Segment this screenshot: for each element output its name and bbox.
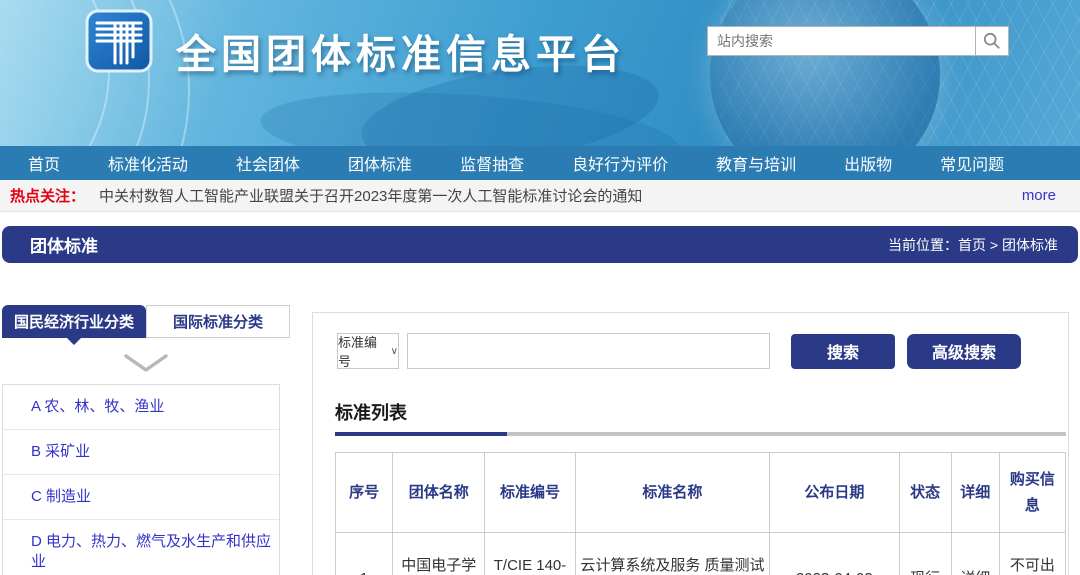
tab-international-standard-classification[interactable]: 国际标准分类 (146, 305, 290, 338)
col-header-detail: 详细 (950, 452, 1000, 533)
table-header-row: 序号 团体名称 标准编号 标准名称 公布日期 状态 详细 购买信息 (334, 452, 1067, 533)
category-item-a[interactable]: A 农、林、牧、渔业 (3, 385, 279, 430)
standards-table: 序号 团体名称 标准编号 标准名称 公布日期 状态 详细 购买信息 1 中国电子… (334, 452, 1067, 575)
title-underline-accent (335, 432, 507, 436)
more-link[interactable]: more (1022, 187, 1056, 204)
category-item-b[interactable]: B 采矿业 (3, 430, 279, 475)
section-bar: 团体标准 当前位置：首页 > 团体标准 (2, 226, 1078, 263)
site-title: 全国团体标准信息平台 (176, 33, 626, 77)
advanced-search-button[interactable]: 高级搜索 (907, 333, 1021, 369)
tab-label: 国际标准分类 (172, 314, 263, 331)
keyword-input[interactable] (407, 333, 770, 369)
site-search-input[interactable] (707, 26, 975, 56)
category-item-c[interactable]: C 制造业 (3, 475, 279, 520)
cell-no: 1 (334, 532, 394, 575)
cell-org: 中国电子学会 (392, 532, 486, 575)
cell-date: 2023-04-03 (769, 532, 900, 575)
chevron-down-icon: ∨ (390, 345, 398, 357)
breadcrumb[interactable]: 当前位置：首页 > 团体标准 (888, 235, 1058, 255)
category-list: A 农、林、牧、渔业 B 采矿业 C 制造业 D 电力、热力、燃气及水生产和供应… (2, 384, 280, 575)
active-tab-pointer-icon (67, 338, 81, 345)
tab-national-economy-classification[interactable]: 国民经济行业分类 (2, 305, 146, 345)
cell-code: T/CIE 140-2023 (484, 532, 576, 575)
tab-label: 国民经济行业分类 (13, 314, 134, 331)
standard-list-title: 标准列表 (335, 403, 407, 423)
nav-item-supervision-checks[interactable]: 监督抽查 (460, 151, 524, 175)
col-header-code: 标准编号 (484, 452, 576, 533)
cell-purchase: 不可出售 (998, 532, 1067, 575)
hot-topic-headline[interactable]: 中关村数智人工智能产业联盟关于召开2023年度第一次人工智能标准讨论会的通知 (99, 185, 1022, 206)
main-nav: 首页 标准化活动 社会团体 团体标准 监督抽查 良好行为评价 教育与培训 出版物… (0, 146, 1080, 180)
col-header-org: 团体名称 (392, 452, 486, 533)
detail-link[interactable]: 详细 (950, 532, 1000, 575)
hot-topic-bar: 热点关注： 中关村数智人工智能产业联盟关于召开2023年度第一次人工智能标准讨论… (0, 180, 1080, 212)
nav-item-faq[interactable]: 常见问题 (940, 151, 1004, 175)
search-button[interactable]: 搜索 (791, 333, 895, 369)
nav-item-group-standards[interactable]: 团体标准 (348, 151, 412, 175)
category-item-d[interactable]: D 电力、热力、燃气及水生产和供应业 (3, 520, 279, 575)
nav-item-publications[interactable]: 出版物 (844, 151, 892, 175)
search-field-select[interactable]: 标准编号 ∨ (337, 333, 399, 369)
col-header-purchase: 购买信息 (998, 452, 1067, 533)
table-row: 1 中国电子学会 T/CIE 140-2023 云计算系统及服务 质量测试规范 … (334, 532, 1067, 575)
col-header-status: 状态 (898, 452, 952, 533)
platform-logo-icon[interactable] (84, 9, 154, 73)
category-tabs: 国民经济行业分类 国际标准分类 (2, 305, 290, 345)
search-field-select-value: 标准编号 (338, 335, 378, 369)
cell-status: 现行 (898, 532, 952, 575)
cell-name: 云计算系统及服务 质量测试规范 (574, 532, 771, 575)
col-header-date: 公布日期 (769, 452, 900, 533)
nav-item-social-organizations[interactable]: 社会团体 (236, 151, 300, 175)
nav-item-standardization-activities[interactable]: 标准化活动 (108, 151, 188, 175)
col-header-name: 标准名称 (574, 452, 771, 533)
chevron-down-icon (2, 338, 290, 384)
category-sidebar: 国民经济行业分类 国际标准分类 A 农、林、牧、渔业 B 采矿业 C 制造业 D… (2, 305, 290, 575)
nav-item-home[interactable]: 首页 (28, 151, 60, 175)
site-header: 全国团体标准信息平台 (0, 0, 1080, 146)
nav-item-good-behavior-evaluation[interactable]: 良好行为评价 (572, 151, 668, 175)
col-header-no: 序号 (334, 452, 394, 533)
nav-item-education-training[interactable]: 教育与培训 (716, 151, 796, 175)
page-title: 团体标准 (30, 237, 98, 256)
site-search-button[interactable] (975, 26, 1009, 56)
site-search (707, 26, 1009, 56)
standards-search-row: 标准编号 ∨ 搜索 高级搜索 (337, 333, 1064, 369)
hot-topic-label: 热点关注： (10, 188, 86, 205)
globe-decoration (710, 0, 940, 146)
title-underline-rest (507, 432, 1066, 436)
standards-panel: 标准编号 ∨ 搜索 高级搜索 标准列表 序号 团体名称 标准编号 标准名称 公布… (312, 312, 1069, 575)
search-icon (983, 32, 1000, 49)
title-underline (335, 432, 1066, 436)
